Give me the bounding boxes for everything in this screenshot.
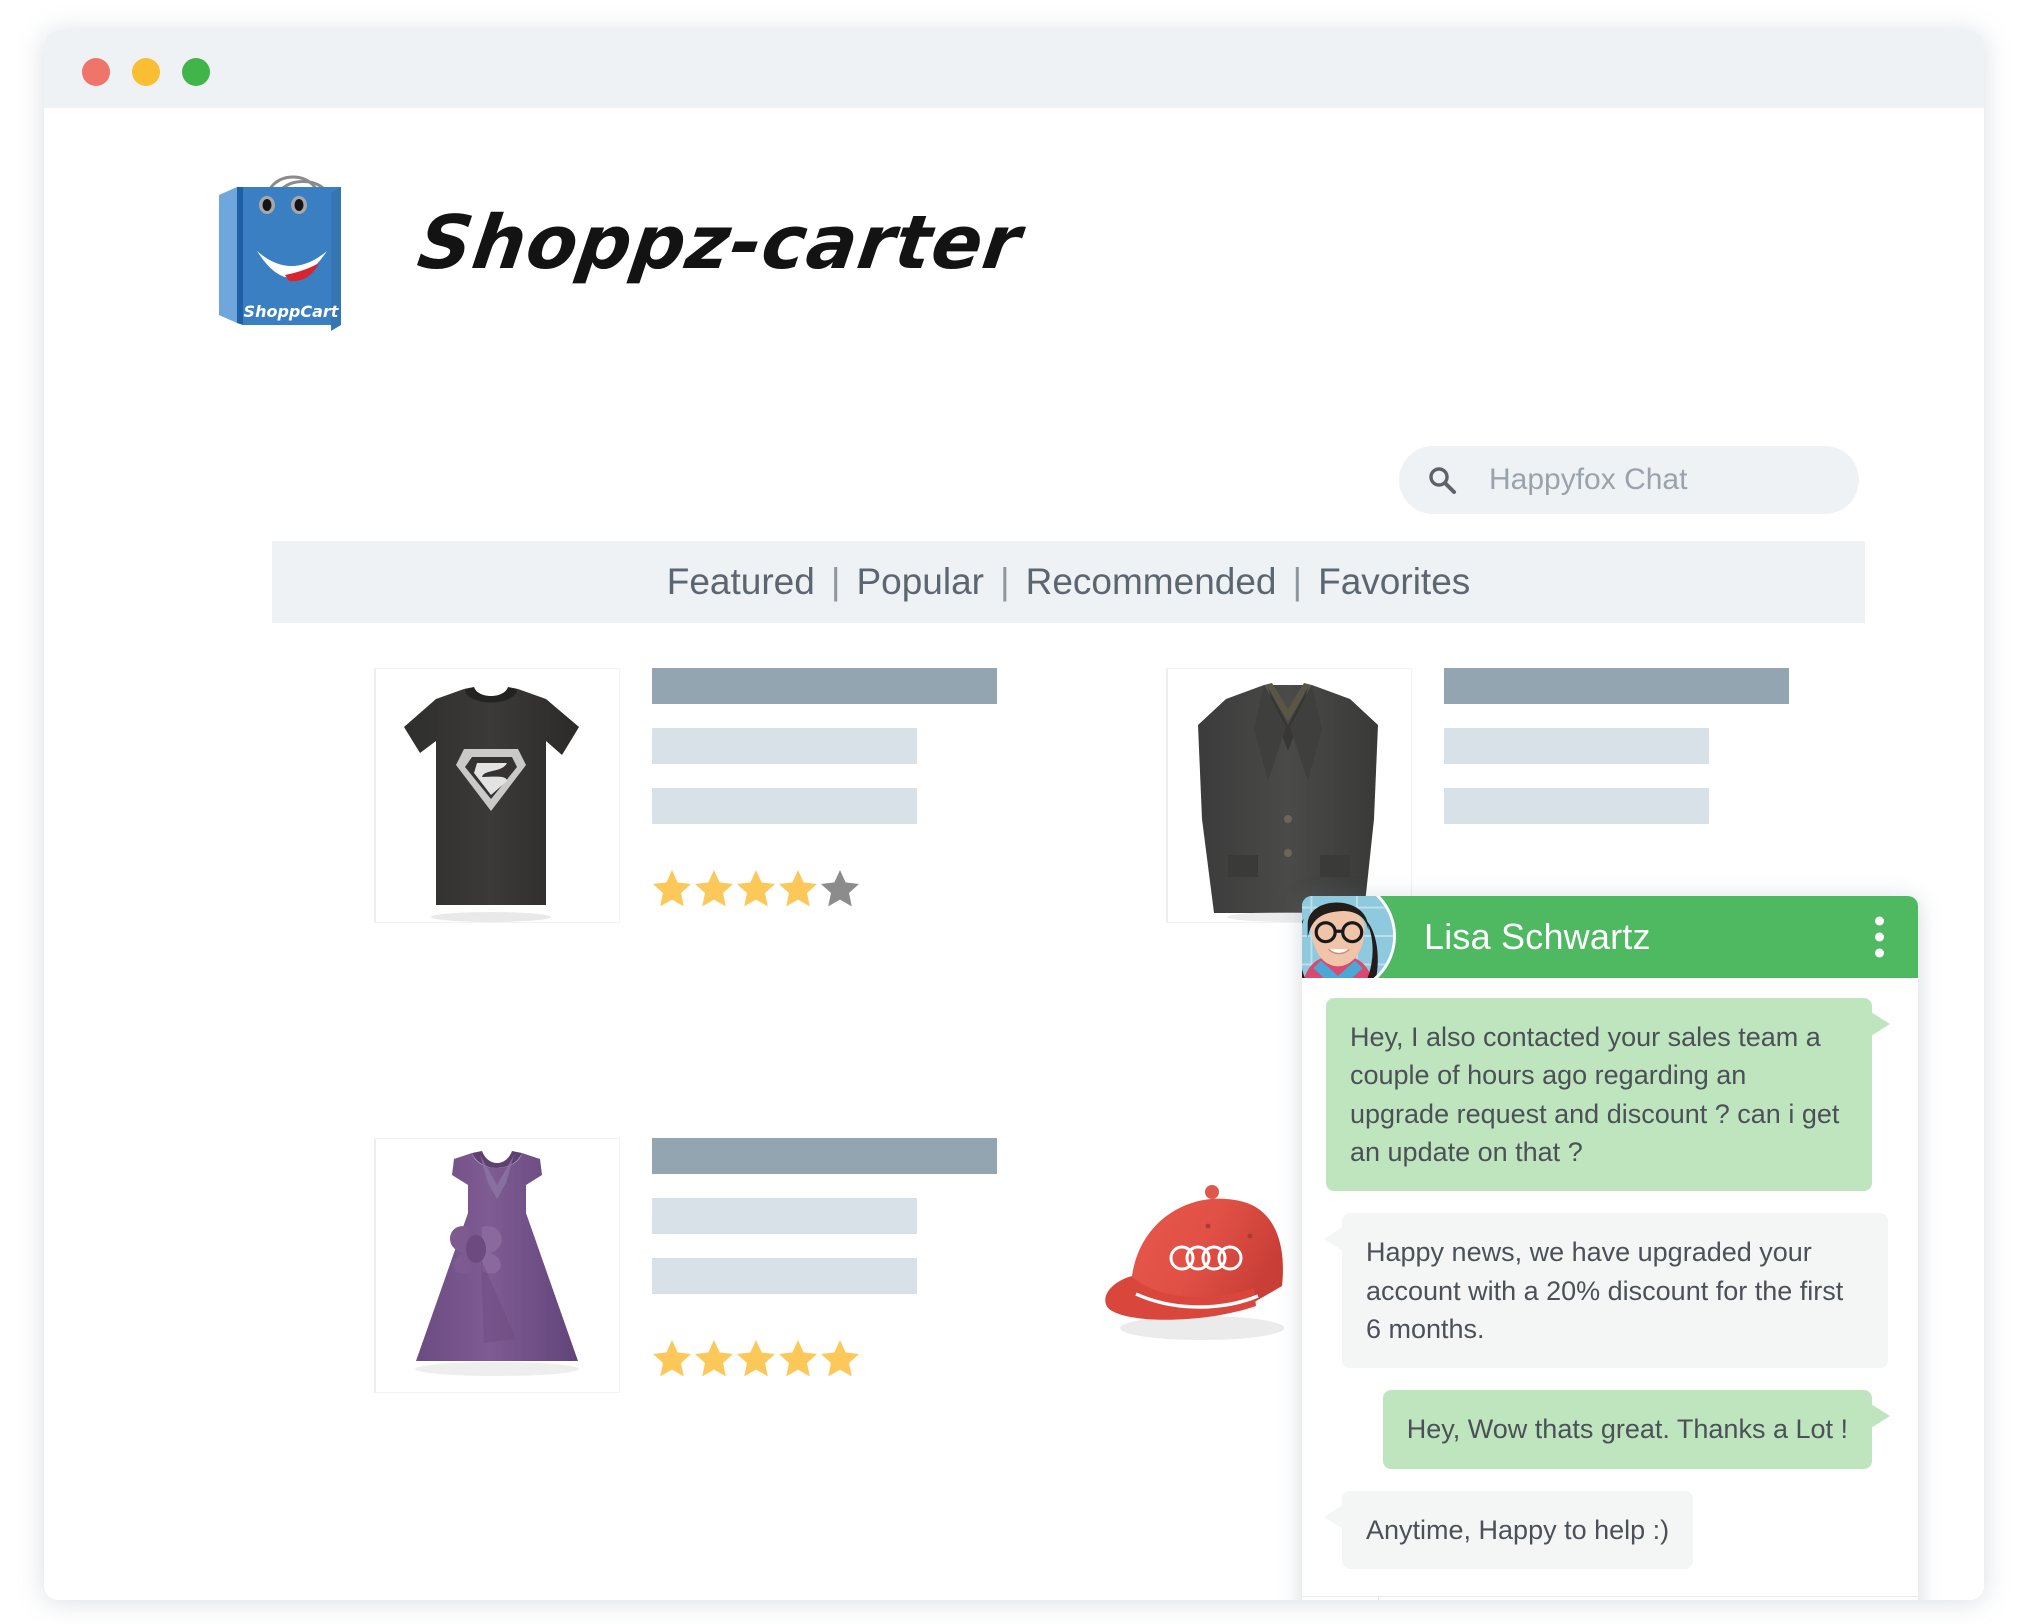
star-empty-icon[interactable] [820,868,860,908]
search-input[interactable] [1487,462,1831,498]
chat-widget: Lisa Schwartz Hey, I also contacted your… [1302,896,1918,1600]
chat-bubble-outgoing: Hey, Wow thats great. Thanks a Lot ! [1382,1390,1891,1469]
shopping-bag-logo-icon: ShoppCart [219,153,369,333]
page-title: Shoppz-carter [412,200,1027,286]
nav-item-favorites[interactable]: Favorites [1318,561,1470,603]
maximize-window-button[interactable] [182,58,210,86]
nav-item-recommended[interactable]: Recommended [1026,561,1277,603]
product-title-placeholder [1444,668,1789,704]
close-window-button[interactable] [82,58,110,86]
nav-separator: | [1292,561,1303,602]
product-line-placeholder [1444,788,1709,824]
kebab-menu-icon[interactable] [1875,916,1884,958]
chat-input-row [1302,1596,1918,1600]
product-image-blazer [1166,668,1412,923]
star-filled-icon[interactable] [736,1338,776,1378]
product-meta-tshirt [652,668,997,908]
star-filled-icon[interactable] [820,1338,860,1378]
nav-item-popular[interactable]: Popular [856,561,984,603]
chat-message-row: Anytime, Happy to help :) [1323,1490,1888,1569]
brand-header: ShoppCart Shoppz-carter [219,153,1027,333]
rating-stars-dress[interactable] [652,1338,997,1378]
product-line-placeholder [652,728,917,764]
send-triangle-icon[interactable] [1846,1597,1918,1600]
chat-bubble-incoming: Happy news, we have upgraded your accoun… [1324,1213,1888,1369]
screenshot-root: ShoppCart Shoppz-carter Featured [0,0,2023,1624]
chat-header: Lisa Schwartz [1302,896,1918,994]
logo-caption: ShoppCart [244,302,340,321]
product-card-dress[interactable] [374,1138,997,1393]
product-card-tshirt[interactable] [374,668,997,923]
product-image-cap [1084,1158,1327,1411]
star-filled-icon[interactable] [778,868,818,908]
chat-message-row: Hey, Wow thats great. Thanks a Lot ! [1326,1390,1891,1469]
product-meta-blazer [1444,668,1789,848]
product-title-placeholder [652,1138,997,1174]
window-titlebar [44,30,1984,108]
chat-message-row: Happy news, we have upgraded your accoun… [1324,1213,1888,1369]
window-controls [82,58,210,86]
category-nav: Featured | Popular | Recommended | Favor… [272,541,1865,623]
chat-agent-name: Lisa Schwartz [1424,916,1651,957]
chat-message-row: Hey, I also contacted your sales team a … [1326,998,1890,1192]
star-filled-icon[interactable] [778,1338,818,1378]
search-box[interactable] [1399,446,1859,514]
nav-item-featured[interactable]: Featured [667,561,815,603]
nav-items: Featured | Popular | Recommended | Favor… [667,561,1471,603]
page-content: ShoppCart Shoppz-carter Featured [44,108,1984,1600]
product-line-placeholder [652,788,917,824]
minimize-window-button[interactable] [132,58,160,86]
upload-arrow-icon[interactable] [1302,1597,1379,1600]
product-line-placeholder [652,1258,917,1294]
search-icon [1427,465,1457,495]
chat-bubble-outgoing: Hey, I also contacted your sales team a … [1326,998,1890,1192]
star-filled-icon[interactable] [652,868,692,908]
nav-separator: | [999,561,1010,602]
product-meta-dress [652,1138,997,1378]
chat-bubble-incoming: Anytime, Happy to help :) [1323,1490,1694,1569]
product-line-placeholder [1444,728,1709,764]
chat-message-list: Hey, I also contacted your sales team a … [1302,978,1918,1585]
star-filled-icon[interactable] [736,868,776,908]
star-filled-icon[interactable] [652,1338,692,1378]
product-image-dress [374,1138,620,1393]
product-title-placeholder [652,668,997,704]
browser-window: ShoppCart Shoppz-carter Featured [44,30,1984,1600]
star-filled-icon[interactable] [694,868,734,908]
product-card-blazer[interactable] [1166,668,1789,923]
nav-separator: | [830,561,841,602]
product-line-placeholder [652,1198,917,1234]
rating-stars-tshirt[interactable] [652,868,997,908]
star-filled-icon[interactable] [694,1338,734,1378]
product-image-tshirt [374,668,620,923]
